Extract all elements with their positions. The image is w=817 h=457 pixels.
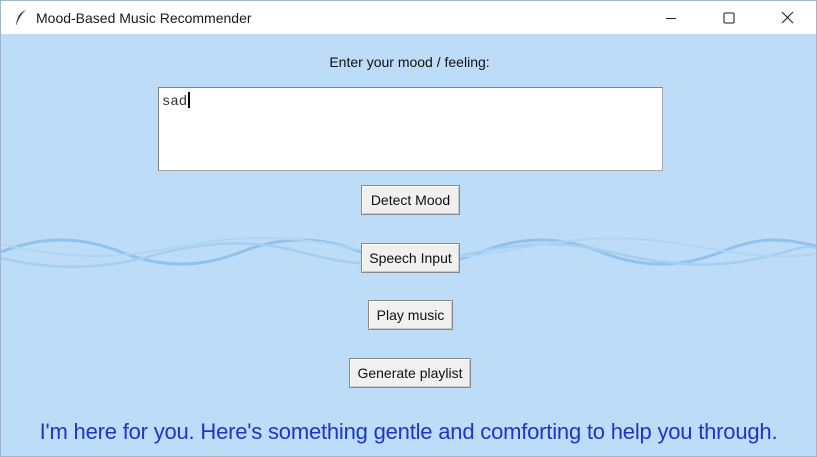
speech-input-button[interactable]: Speech Input bbox=[361, 243, 460, 273]
text-caret bbox=[188, 92, 191, 108]
detect-mood-button[interactable]: Detect Mood bbox=[361, 185, 460, 215]
feather-icon bbox=[14, 9, 28, 27]
maximize-icon bbox=[723, 11, 735, 24]
generate-playlist-button[interactable]: Generate playlist bbox=[349, 358, 471, 388]
main-content: Enter your mood / feeling: sad Detect Mo… bbox=[1, 34, 816, 456]
play-music-button[interactable]: Play music bbox=[368, 300, 453, 330]
recommendation-message: I'm here for you. Here's something gentl… bbox=[39, 419, 778, 444]
mood-prompt-label: Enter your mood / feeling: bbox=[329, 54, 490, 70]
maximize-button[interactable] bbox=[700, 1, 758, 34]
minimize-button[interactable] bbox=[642, 1, 700, 34]
minimize-icon bbox=[666, 17, 676, 19]
app-window: Mood-Based Music Recommender Enter your … bbox=[0, 0, 817, 457]
mood-input-value: sad bbox=[162, 94, 188, 110]
mood-text-input[interactable]: sad bbox=[158, 87, 663, 171]
close-button[interactable] bbox=[758, 1, 816, 34]
title-bar[interactable]: Mood-Based Music Recommender bbox=[1, 1, 816, 34]
close-icon bbox=[781, 11, 793, 24]
window-title: Mood-Based Music Recommender bbox=[36, 9, 252, 26]
